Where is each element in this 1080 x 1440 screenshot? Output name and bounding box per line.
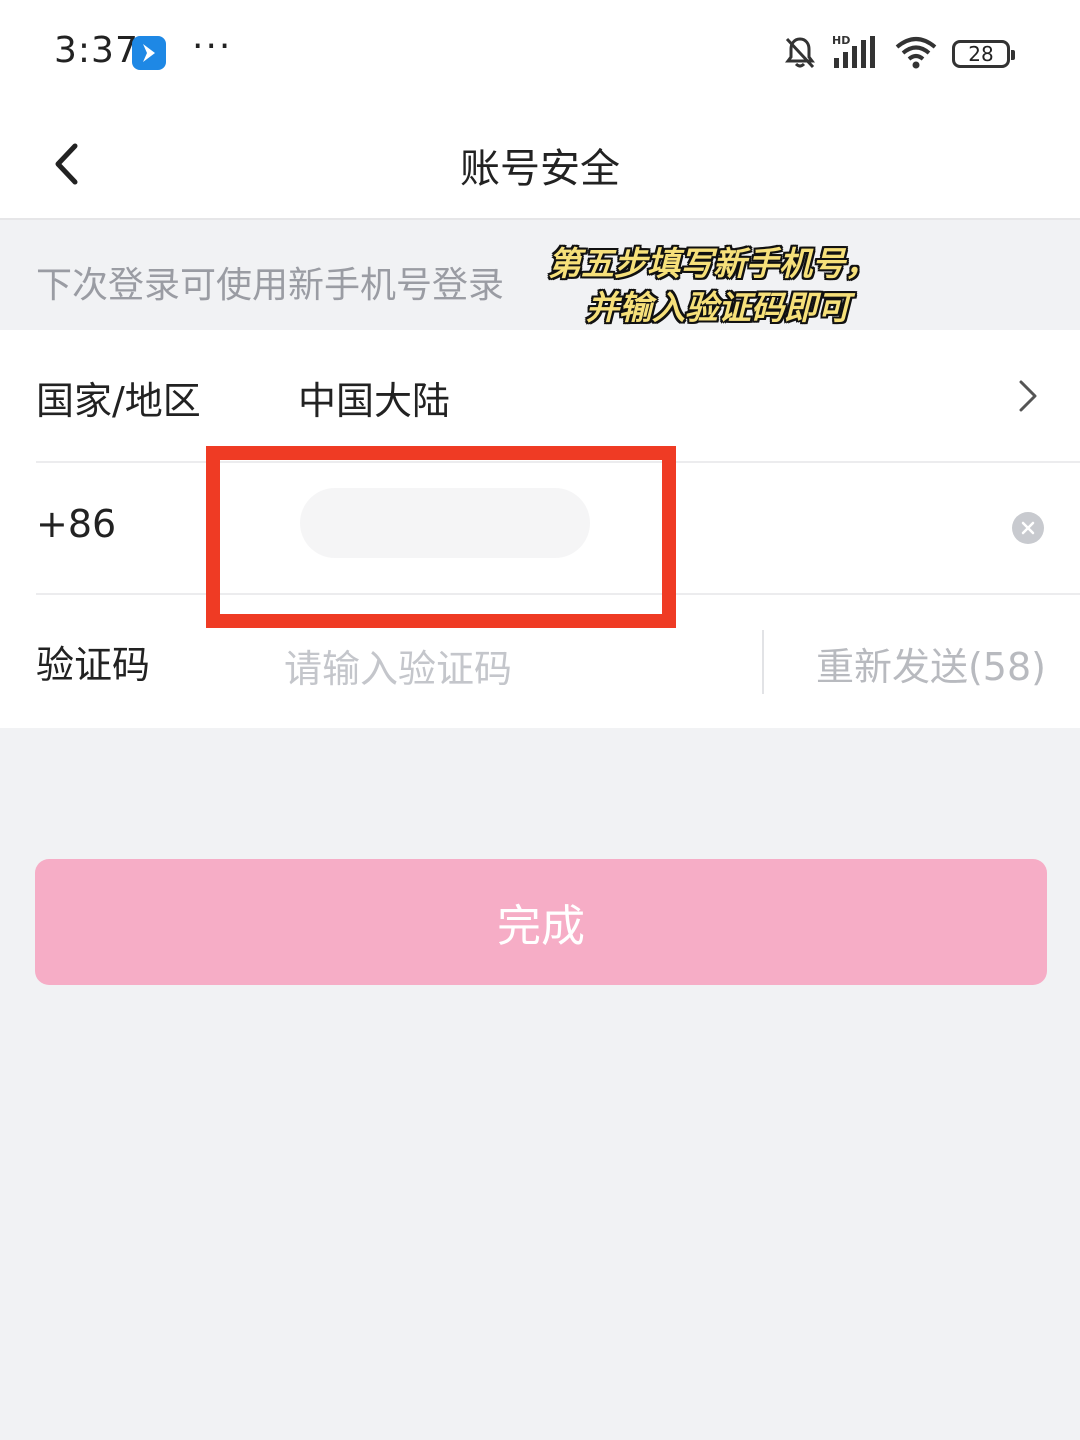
status-icons: HD 28 (782, 34, 1015, 74)
app-notification-icon (132, 36, 166, 70)
annotation-line-2: 并输入验证码即可 (586, 288, 850, 327)
code-row: 验证码 请输入验证码 重新发送(58) (36, 594, 1080, 726)
battery-icon: 28 (952, 40, 1015, 68)
clear-button[interactable] (1012, 512, 1044, 544)
tutorial-annotation: 第五步填写新手机号， 并输入验证码即可 (548, 242, 908, 330)
phone-row: +86 (36, 462, 1080, 594)
close-icon (1021, 521, 1035, 535)
svg-text:HD: HD (832, 34, 850, 47)
region-row[interactable]: 国家/地区 中国大陆 (36, 330, 1080, 462)
resend-code-button[interactable]: 重新发送(58) (816, 636, 1046, 691)
bell-muted-icon (782, 34, 818, 74)
status-bar: 3:37 ··· HD 28 (0, 0, 1080, 110)
annotation-line-1: 第五步填写新手机号， (548, 244, 878, 283)
status-time: 3:37 (54, 30, 139, 71)
region-label: 国家/地区 (36, 379, 201, 423)
page-title: 账号安全 (460, 146, 620, 192)
code-label: 验证码 (36, 643, 151, 687)
code-input[interactable]: 请输入验证码 (284, 638, 512, 693)
phone-prefix: +86 (36, 502, 117, 546)
more-notifications-icon: ··· (192, 26, 233, 67)
hint-text: 下次登录可使用新手机号登录 (36, 265, 505, 306)
phone-input[interactable] (298, 482, 998, 574)
navigation-bar: 账号安全 (0, 110, 1080, 218)
region-value: 中国大陆 (298, 379, 451, 423)
wifi-icon (894, 35, 938, 73)
done-button[interactable]: 完成 (35, 859, 1047, 985)
cellular-signal-icon: HD (832, 34, 880, 74)
vertical-divider (762, 630, 764, 694)
hint-area: 下次登录可使用新手机号登录 第五步填写新手机号， 并输入验证码即可 (0, 220, 1080, 330)
chevron-right-icon (1019, 380, 1037, 412)
form-card: 国家/地区 中国大陆 +86 验证码 请输入验证码 重新发送(58) (0, 330, 1080, 728)
